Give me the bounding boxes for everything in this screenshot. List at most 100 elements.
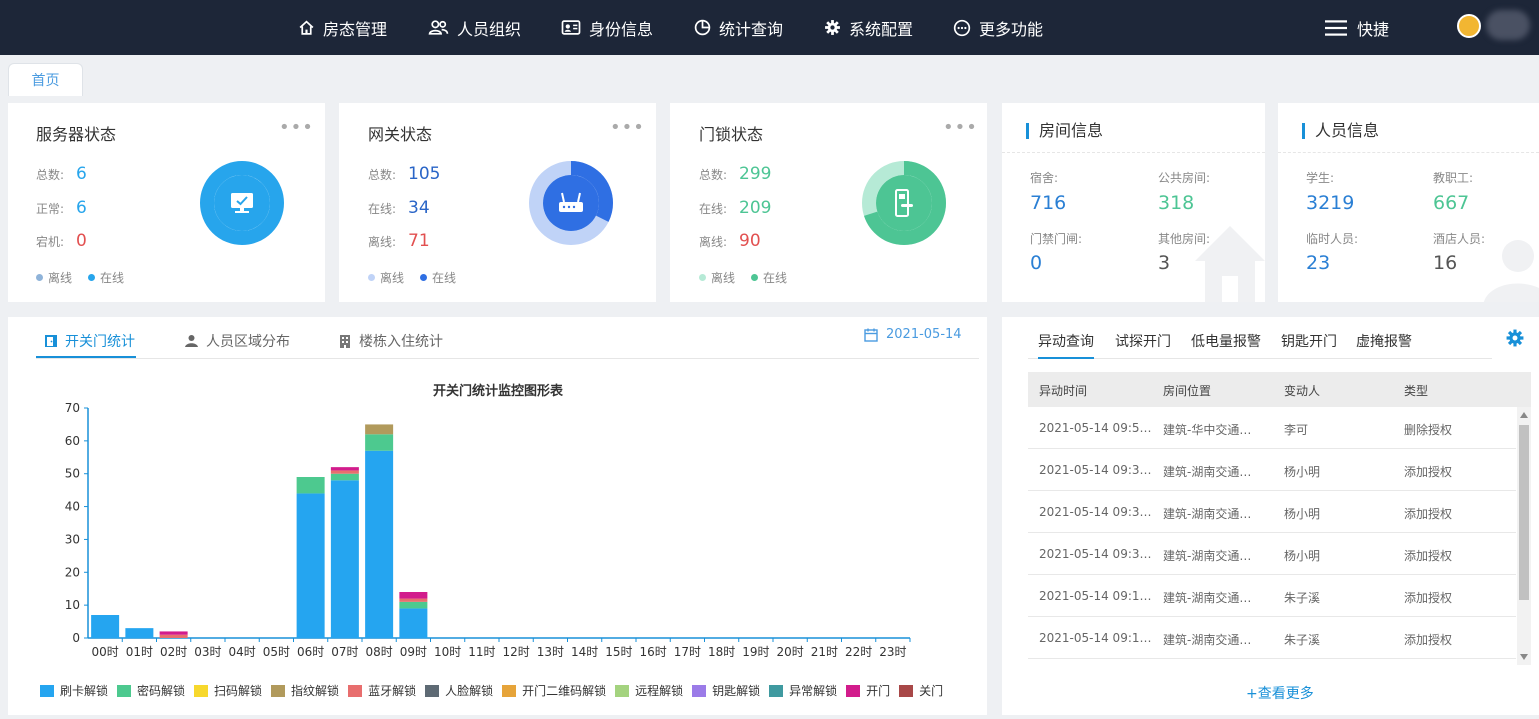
more-options-icon[interactable]: ••• [279,117,314,138]
column-header-type: 类型 [1404,384,1429,398]
y-tick-label: 40 [65,500,80,514]
legend-swatch [769,684,784,697]
nav-item-room-status[interactable]: 房态管理 [298,0,387,55]
server-total-value: 6 [76,164,87,184]
tab-probe-door[interactable]: 试探开门 [1115,331,1171,351]
x-tick-label: 02时 [160,645,187,659]
column-header-location: 房间位置 [1163,384,1212,398]
scrollbar-thumb[interactable] [1519,425,1529,600]
table-row[interactable]: 2021-05-14 09:5… 建筑-华中交通… 李可 删除授权 [1028,407,1516,449]
legend-item[interactable]: 刷卡解锁 [40,682,108,699]
legend-label: 关门 [919,684,944,698]
tab-label: 人员区域分布 [206,334,290,350]
legend-label: 离线 [380,271,405,285]
scroll-down-arrow-icon[interactable] [1520,654,1528,660]
legend-item[interactable]: 开门 [846,682,890,699]
settings-gear-icon[interactable] [1506,329,1524,347]
tab-low-battery[interactable]: 低电量报警 [1191,331,1261,351]
username-blurred[interactable] [1486,10,1530,40]
y-tick-label: 30 [65,532,80,546]
home-icon [299,20,314,35]
table-row[interactable]: 2021-05-14 09:1… 建筑-湖南交通… 朱子溪 添加授权 [1028,575,1516,617]
legend-label: 离线 [48,271,73,285]
more-options-icon[interactable]: ••• [943,117,978,138]
cell-location: 建筑-湖南交通… [1163,549,1252,563]
legend-label: 离线 [711,271,736,285]
y-tick-label: 0 [72,631,80,645]
tab-anomaly-query[interactable]: 异动查询 [1038,331,1094,359]
cell-person: 朱子溪 [1284,591,1321,605]
nav-item-identity[interactable]: 身份信息 [561,0,653,55]
x-tick-label: 14时 [571,645,598,659]
nav-item-label: 房态管理 [323,19,388,39]
x-tick-label: 10时 [434,645,461,659]
view-more-link[interactable]: +查看更多 [1246,683,1314,703]
tab-label: 开关门统计 [65,334,135,350]
room-info-card: 房间信息 宿舍: 716 公共房间: 318 门禁门闸: 0 其他房间: 3 [1002,103,1265,302]
tab-home[interactable]: 首页 [8,63,83,96]
tab-key-open[interactable]: 钥匙开门 [1281,331,1337,351]
y-tick-label: 50 [65,467,80,481]
table-scrollbar[interactable] [1517,407,1531,665]
x-tick-label: 19时 [742,645,769,659]
legend-item[interactable]: 扫码解锁 [194,682,262,699]
server-donut-chart [200,161,284,245]
lock-status-card: 门锁状态 ••• 总数: 299 在线: 209 离线: 90 离线 在线 [670,103,987,302]
cell-time: 2021-05-14 09:3… [1039,547,1152,561]
tab-ajar-alarm[interactable]: 虚掩报警 [1356,331,1412,351]
legend-item[interactable]: 异常解锁 [769,682,837,699]
tab-door-stats[interactable]: 开关门统计 [44,331,135,351]
gateway-online-row: 在线: 34 [368,198,430,218]
tab-building-occupancy[interactable]: 楼栋入住统计 [338,331,443,351]
divider [1002,152,1265,153]
nav-item-label: 更多功能 [979,19,1044,39]
nav-item-statistics[interactable]: 统计查询 [694,0,783,55]
date-picker[interactable]: 2021-05-14 [864,327,962,342]
nav-item-more-functions[interactable]: 更多功能 [953,0,1043,55]
more-options-icon[interactable]: ••• [610,117,645,138]
bar-segment [330,467,359,471]
legend-item[interactable]: 钥匙解锁 [692,682,760,699]
tab-label: 楼栋入住统计 [359,334,443,350]
door-icon [45,335,57,347]
legend-item[interactable]: 蓝牙解锁 [348,682,416,699]
legend-item[interactable]: 远程解锁 [615,682,683,699]
server-total-row: 总数: 6 [36,164,87,184]
legend-item[interactable]: 开门二维码解锁 [502,682,606,699]
active-tab-underline [36,356,136,358]
legend-swatch [502,684,517,697]
x-tick-label: 18时 [708,645,735,659]
tab-home-label: 首页 [31,73,60,89]
lock-total-value: 299 [739,164,772,184]
table-row[interactable]: 2021-05-14 09:3… 建筑-湖南交通… 杨小明 添加授权 [1028,491,1516,533]
avatar[interactable] [1457,14,1481,38]
calendar-icon [864,328,878,342]
table-row[interactable]: 2021-05-14 09:3… 建筑-湖南交通… 杨小明 添加授权 [1028,533,1516,575]
legend-item[interactable]: 密码解锁 [117,682,185,699]
cell-person: 杨小明 [1284,507,1321,521]
nav-item-system-config[interactable]: 系统配置 [824,0,913,55]
bar-segment [125,628,154,638]
bar-segment [330,470,359,474]
tab-personnel-distribution[interactable]: 人员区域分布 [184,331,290,351]
x-tick-label: 23时 [879,645,906,659]
y-tick-label: 70 [65,401,80,415]
bar-segment [159,634,188,638]
menu-icon [1325,19,1347,36]
legend-item[interactable]: 指纹解锁 [271,682,339,699]
legend-item[interactable]: 关门 [899,682,943,699]
label: 在线: [368,201,397,216]
table-row[interactable]: 2021-05-14 09:3… 建筑-湖南交通… 杨小明 添加授权 [1028,449,1516,491]
legend-swatch [271,684,286,697]
table-row[interactable]: 2021-05-14 09:1… 建筑-湖南交通… 朱子溪 添加授权 [1028,617,1516,659]
bar-segment [91,615,120,638]
card-title: 服务器状态 [36,125,117,144]
nav-item-personnel[interactable]: 人员组织 [428,0,521,55]
quick-menu-button[interactable]: 快捷 [1325,0,1389,55]
y-tick-label: 20 [65,565,80,579]
scroll-up-arrow-icon[interactable] [1520,412,1528,418]
gear-icon [825,20,840,35]
legend-label: 开门二维码解锁 [522,684,607,698]
legend-item[interactable]: 人脸解锁 [425,682,493,699]
bar-segment [365,434,394,451]
